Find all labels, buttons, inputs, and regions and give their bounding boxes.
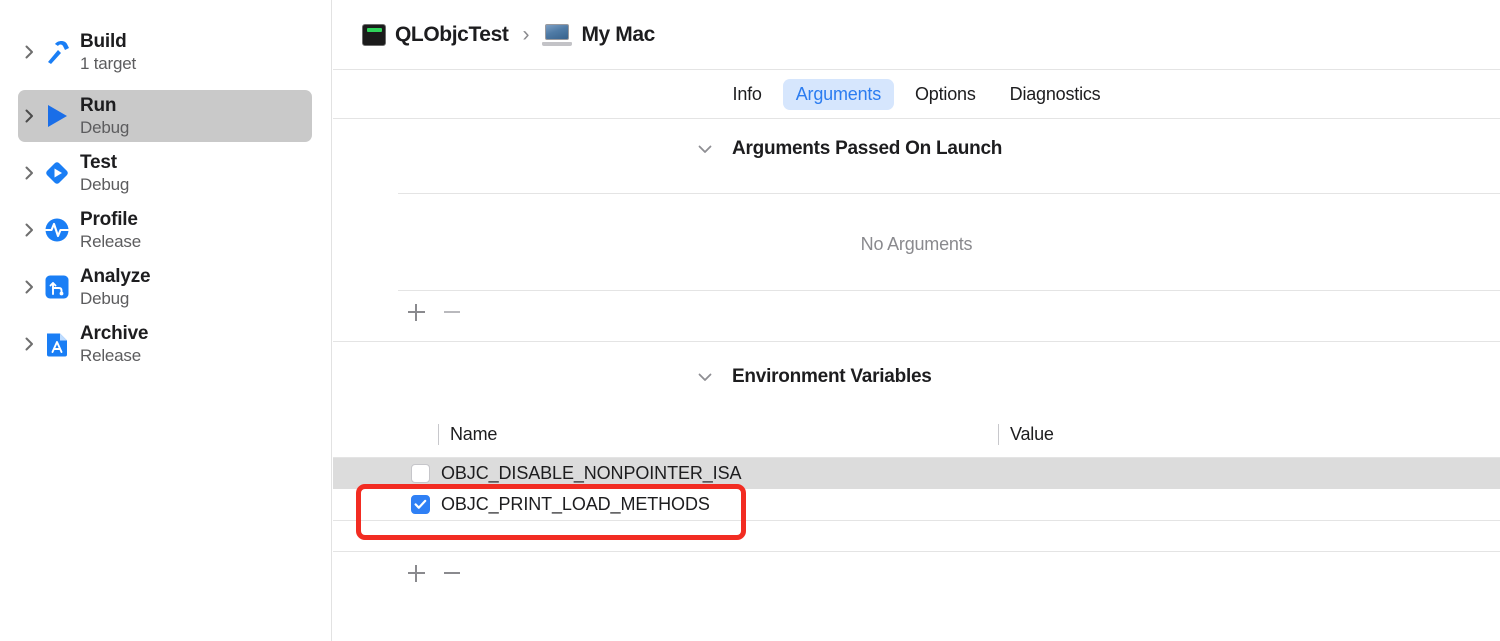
environment-add-remove-controls (398, 556, 470, 590)
column-header-value-label: Value (1010, 424, 1054, 444)
tab-bar: Info Arguments Options Diagnostics (333, 70, 1500, 118)
divider-below-tabs (333, 118, 1500, 119)
column-header-name[interactable]: Name (438, 424, 497, 445)
env-enabled-checkbox[interactable] (411, 495, 430, 514)
column-header-name-label: Name (450, 424, 498, 444)
divider-below-arguments (333, 341, 1500, 342)
chevron-down-icon[interactable] (698, 145, 722, 154)
sidebar-item-subtitle: 1 target (80, 53, 137, 73)
environment-table-bottom-rule (333, 551, 1500, 552)
sidebar-item-subtitle: Debug (80, 174, 130, 194)
minus-icon (444, 572, 460, 574)
sidebar-item-test[interactable]: Test Debug (18, 147, 312, 199)
chevron-right-icon[interactable] (18, 166, 40, 180)
sidebar-item-subtitle: Debug (80, 288, 130, 308)
breadcrumb-separator: › (522, 22, 530, 46)
env-name-cell[interactable]: OBJC_PRINT_LOAD_METHODS (333, 494, 710, 515)
plus-icon (407, 564, 425, 582)
add-environment-variable-button[interactable] (398, 556, 434, 590)
minus-icon (444, 311, 460, 313)
column-divider[interactable] (438, 424, 439, 445)
env-name-label: OBJC_DISABLE_NONPOINTER_ISA (441, 463, 742, 483)
chevron-right-icon[interactable] (18, 45, 40, 59)
tab-options[interactable]: Options (902, 79, 989, 110)
chevron-right-icon[interactable] (18, 337, 40, 351)
sidebar-item-label: Build (80, 30, 127, 52)
tab-info[interactable]: Info (720, 79, 775, 110)
sidebar-item-subtitle: Release (80, 231, 141, 251)
table-row-rule (333, 520, 1500, 521)
breadcrumb-scheme[interactable]: QLObjcTest (362, 22, 509, 47)
sidebar-item-label: Archive (80, 322, 149, 344)
tab-arguments[interactable]: Arguments (782, 78, 894, 110)
sidebar-item-text: Test Debug (80, 152, 129, 195)
sidebar-item-label: Test (80, 151, 117, 173)
play-triangle-icon (40, 99, 74, 133)
sidebar-item-text: Profile Release (80, 209, 141, 252)
sidebar-item-run[interactable]: Run Debug (18, 90, 312, 142)
environment-section-header[interactable]: Environment Variables (698, 366, 932, 388)
chevron-down-icon[interactable] (698, 373, 722, 382)
sidebar-item-archive[interactable]: Archive Release (18, 318, 312, 370)
sidebar-item-text: Archive Release (80, 322, 149, 366)
table-row[interactable]: OBJC_DISABLE_NONPOINTER_ISA (333, 458, 1500, 489)
sidebar-item-subtitle: Debug (80, 117, 130, 137)
scheme-editor-window: Build 1 target Run Debug Test Debug Prof… (0, 0, 1500, 641)
macbook-icon (542, 23, 573, 46)
arguments-add-remove-controls (398, 295, 470, 329)
archive-doc-icon (40, 327, 74, 361)
column-header-value[interactable]: Value (998, 424, 1054, 445)
arguments-section-title: Arguments Passed On Launch (732, 138, 1003, 159)
add-argument-button[interactable] (398, 295, 434, 329)
column-divider[interactable] (998, 424, 999, 445)
tab-diagnostics[interactable]: Diagnostics (997, 79, 1114, 110)
breadcrumb-destination-label: My Mac (581, 22, 655, 46)
sidebar-item-analyze[interactable]: Analyze Debug (18, 261, 312, 313)
table-row[interactable]: OBJC_PRINT_LOAD_METHODS (333, 489, 1500, 520)
scheme-action-sidebar: Build 1 target Run Debug Test Debug Prof… (0, 0, 332, 641)
sidebar-item-label: Run (80, 94, 117, 116)
arguments-section-header[interactable]: Arguments Passed On Launch (698, 138, 1002, 160)
breadcrumb-destination[interactable]: My Mac (542, 22, 655, 47)
sidebar-item-subtitle: Release (80, 345, 141, 365)
test-diamond-icon (40, 156, 74, 190)
chevron-right-icon[interactable] (18, 223, 40, 237)
scheme-content-pane: QLObjcTest › My Mac Info Arguments Optio… (333, 0, 1500, 641)
sidebar-item-profile[interactable]: Profile Release (18, 204, 312, 256)
breadcrumb: QLObjcTest › My Mac (333, 0, 1500, 69)
sidebar-item-label: Profile (80, 208, 138, 230)
environment-section-title: Environment Variables (732, 366, 932, 387)
sidebar-item-text: Run Debug (80, 95, 129, 138)
chevron-right-icon[interactable] (18, 109, 40, 123)
hammer-icon (40, 35, 74, 69)
sidebar-item-text: Analyze Debug (80, 265, 151, 309)
terminal-app-icon (362, 23, 386, 46)
env-name-label: OBJC_PRINT_LOAD_METHODS (441, 494, 710, 514)
chevron-right-icon[interactable] (18, 280, 40, 294)
breadcrumb-scheme-label: QLObjcTest (395, 22, 509, 46)
profile-pulse-icon (40, 213, 74, 247)
remove-argument-button[interactable] (434, 295, 470, 329)
sidebar-item-text: Build 1 target (80, 31, 136, 74)
sidebar-item-build[interactable]: Build 1 target (18, 26, 312, 78)
analyze-branch-icon (40, 270, 74, 304)
plus-icon (407, 303, 425, 321)
arguments-table-bottom-rule (398, 290, 1500, 291)
no-arguments-label: No Arguments (860, 234, 973, 254)
env-enabled-checkbox[interactable] (411, 464, 430, 483)
env-name-cell[interactable]: OBJC_DISABLE_NONPOINTER_ISA (333, 463, 742, 484)
arguments-table-top-rule (398, 193, 1500, 194)
sidebar-item-label: Analyze (80, 265, 151, 287)
remove-environment-variable-button[interactable] (434, 556, 470, 590)
